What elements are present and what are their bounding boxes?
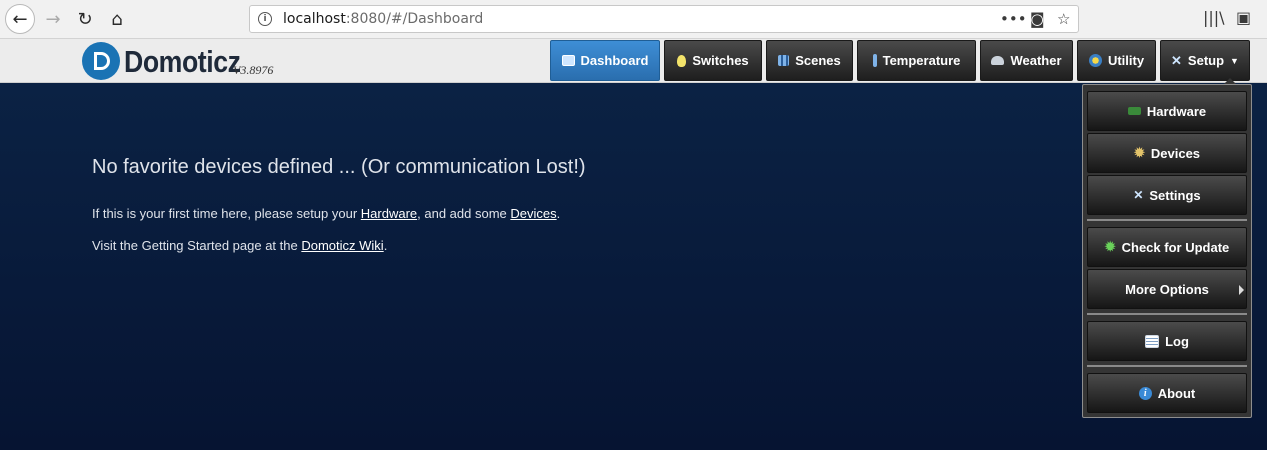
info-icon[interactable]: i <box>258 12 272 26</box>
library-icon[interactable]: |||\ <box>1203 8 1225 27</box>
tab-setup[interactable]: ✕ Setup ▼ <box>1160 40 1250 81</box>
wiki-text: Visit the Getting Started page at the Do… <box>92 238 387 253</box>
sidebar-icon[interactable]: ▣ <box>1236 8 1251 27</box>
intro-text: If this is your first time here, please … <box>92 206 560 221</box>
gear-icon: ✹ <box>1133 145 1145 160</box>
tab-label: Utility <box>1107 53 1145 68</box>
page-title: No favorite devices defined ... (Or comm… <box>92 156 586 178</box>
domoticz-wiki-link[interactable]: Domoticz Wiki <box>301 238 383 253</box>
weather-cloud-icon <box>991 56 1005 65</box>
menu-item-label: Devices <box>1150 145 1201 161</box>
app-name: Domoticz <box>124 44 241 79</box>
menu-divider <box>1087 219 1247 221</box>
menu-item-check-for-update[interactable]: ✹ Check for Update <box>1087 227 1247 267</box>
hardware-icon <box>1127 107 1141 115</box>
menu-item-label: Hardware <box>1146 103 1207 119</box>
lightbulb-icon <box>677 54 687 67</box>
app-version: V3.8976 <box>233 63 274 77</box>
more-actions-icon[interactable]: ••• <box>1000 10 1027 28</box>
browser-toolbar: ← → ↻ ⌂ i localhost:8080/#/Dashboard •••… <box>0 0 1267 39</box>
tab-utility[interactable]: Utility <box>1077 40 1156 81</box>
chevron-down-icon: ▼ <box>1230 55 1239 66</box>
devices-link[interactable]: Devices <box>510 206 556 221</box>
back-arrow-icon[interactable]: ← <box>5 4 35 34</box>
menu-item-label: Log <box>1165 333 1189 349</box>
wiki-text-part: Visit the Getting Started page at the <box>92 238 302 253</box>
menu-item-hardware[interactable]: Hardware <box>1087 91 1247 131</box>
app-navbar: Domoticz V3.8976 Dashboard Switches Scen… <box>0 39 1267 83</box>
utility-icon <box>1088 54 1102 67</box>
tools-icon: ✕ <box>1133 188 1144 202</box>
wiki-text-part: . <box>383 238 388 253</box>
tab-dashboard[interactable]: Dashboard <box>550 40 660 81</box>
tab-label: Scenes <box>795 53 841 68</box>
tab-weather[interactable]: Weather <box>980 40 1073 81</box>
clapperboard-icon <box>778 55 790 66</box>
info-icon: i <box>1138 386 1152 400</box>
address-bar[interactable]: i localhost:8080/#/Dashboard ••• ◙ ☆ <box>249 5 1079 33</box>
dashboard-content: No favorite devices defined ... (Or comm… <box>0 83 1267 450</box>
url-text[interactable]: localhost:8080/#/Dashboard <box>283 11 483 27</box>
menu-divider <box>1087 313 1247 315</box>
menu-item-devices[interactable]: ✹ Devices <box>1087 133 1247 173</box>
tab-label: Temperature <box>882 53 961 68</box>
menu-item-label: About <box>1157 385 1196 401</box>
menu-item-settings[interactable]: ✕ Settings <box>1087 175 1247 215</box>
tab-label: Switches <box>692 53 749 68</box>
tab-scenes[interactable]: Scenes <box>766 40 853 81</box>
forward-arrow-icon[interactable]: → <box>39 5 67 33</box>
reload-icon[interactable]: ↻ <box>71 5 99 33</box>
menu-item-label: Check for Update <box>1121 239 1230 255</box>
submenu-arrow-icon <box>1239 285 1244 295</box>
menu-item-label: Settings <box>1149 187 1201 203</box>
tab-label: Dashboard <box>580 53 649 68</box>
intro-text-part: , and add some <box>417 206 511 221</box>
tab-label: Weather <box>1010 53 1062 68</box>
domoticz-logo-icon <box>82 42 120 80</box>
menu-item-about[interactable]: i About <box>1087 373 1247 413</box>
hardware-link[interactable]: Hardware <box>361 206 417 221</box>
bookmark-star-icon[interactable]: ☆ <box>1057 10 1070 28</box>
intro-text-part: . <box>556 206 561 221</box>
pocket-icon[interactable]: ◙ <box>1030 10 1045 28</box>
tab-switches[interactable]: Switches <box>664 40 762 81</box>
tab-label: Setup <box>1187 53 1225 68</box>
home-icon[interactable]: ⌂ <box>103 5 131 33</box>
menu-item-more-options[interactable]: More Options <box>1087 269 1247 309</box>
log-icon <box>1145 334 1160 348</box>
menu-item-label: More Options <box>1125 281 1209 297</box>
dashboard-icon <box>561 55 575 66</box>
tools-icon: ✕ <box>1171 52 1182 68</box>
tab-temperature[interactable]: Temperature <box>857 40 976 81</box>
intro-text-part: If this is your first time here, please … <box>92 206 361 221</box>
menu-item-log[interactable]: Log <box>1087 321 1247 361</box>
thermometer-icon <box>872 54 877 67</box>
setup-dropdown-menu: Hardware ✹ Devices ✕ Settings ✹ Check fo… <box>1082 84 1252 418</box>
menu-divider <box>1087 365 1247 367</box>
update-icon: ✹ <box>1104 239 1116 254</box>
